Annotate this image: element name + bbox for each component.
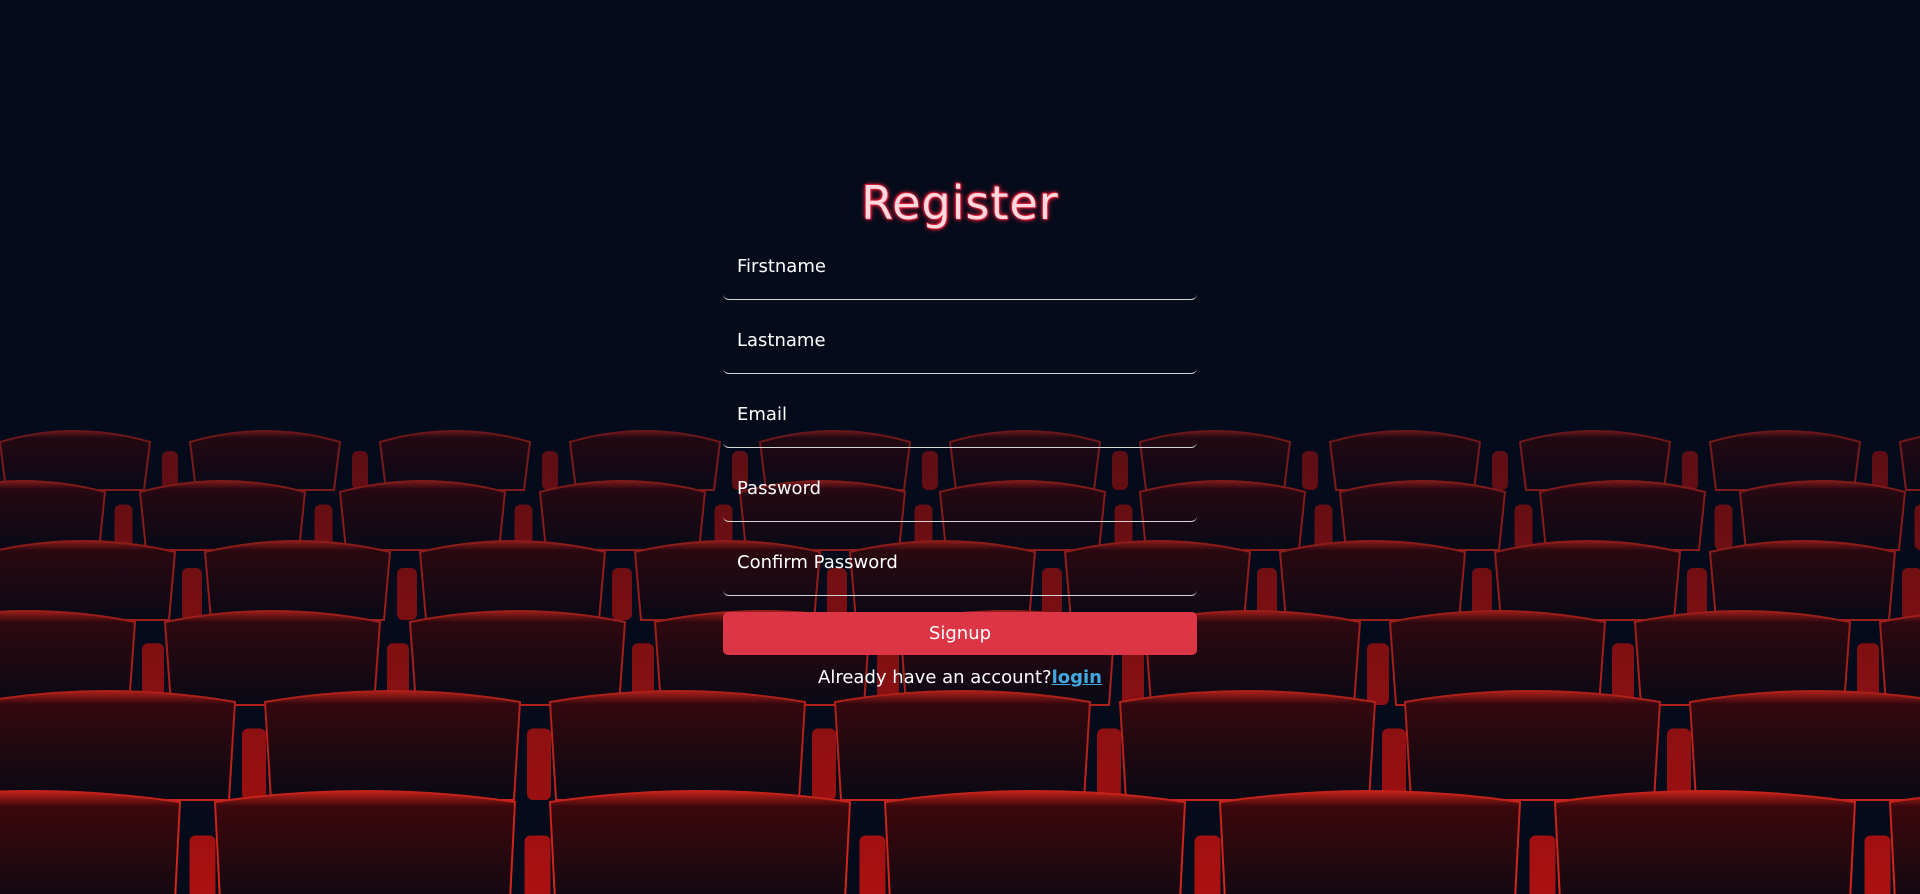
already-account-text: Already have an account? (818, 667, 1052, 688)
confirm-password-input[interactable] (723, 538, 1197, 596)
register-page: Register Signup Already have an account?… (0, 0, 1920, 894)
lastname-input[interactable] (723, 316, 1197, 374)
page-title: Register (861, 176, 1059, 230)
login-prompt: Already have an account?login (723, 667, 1197, 688)
email-field-wrap (723, 390, 1197, 464)
login-link[interactable]: login (1052, 667, 1102, 688)
lastname-field-wrap (723, 316, 1197, 390)
password-input[interactable] (723, 464, 1197, 522)
signup-button[interactable]: Signup (723, 612, 1197, 655)
email-input[interactable] (723, 390, 1197, 448)
confirm-password-field-wrap (723, 538, 1197, 612)
password-field-wrap (723, 464, 1197, 538)
firstname-input[interactable] (723, 242, 1197, 300)
firstname-field-wrap (723, 242, 1197, 316)
register-form: Register Signup Already have an account?… (723, 170, 1197, 688)
